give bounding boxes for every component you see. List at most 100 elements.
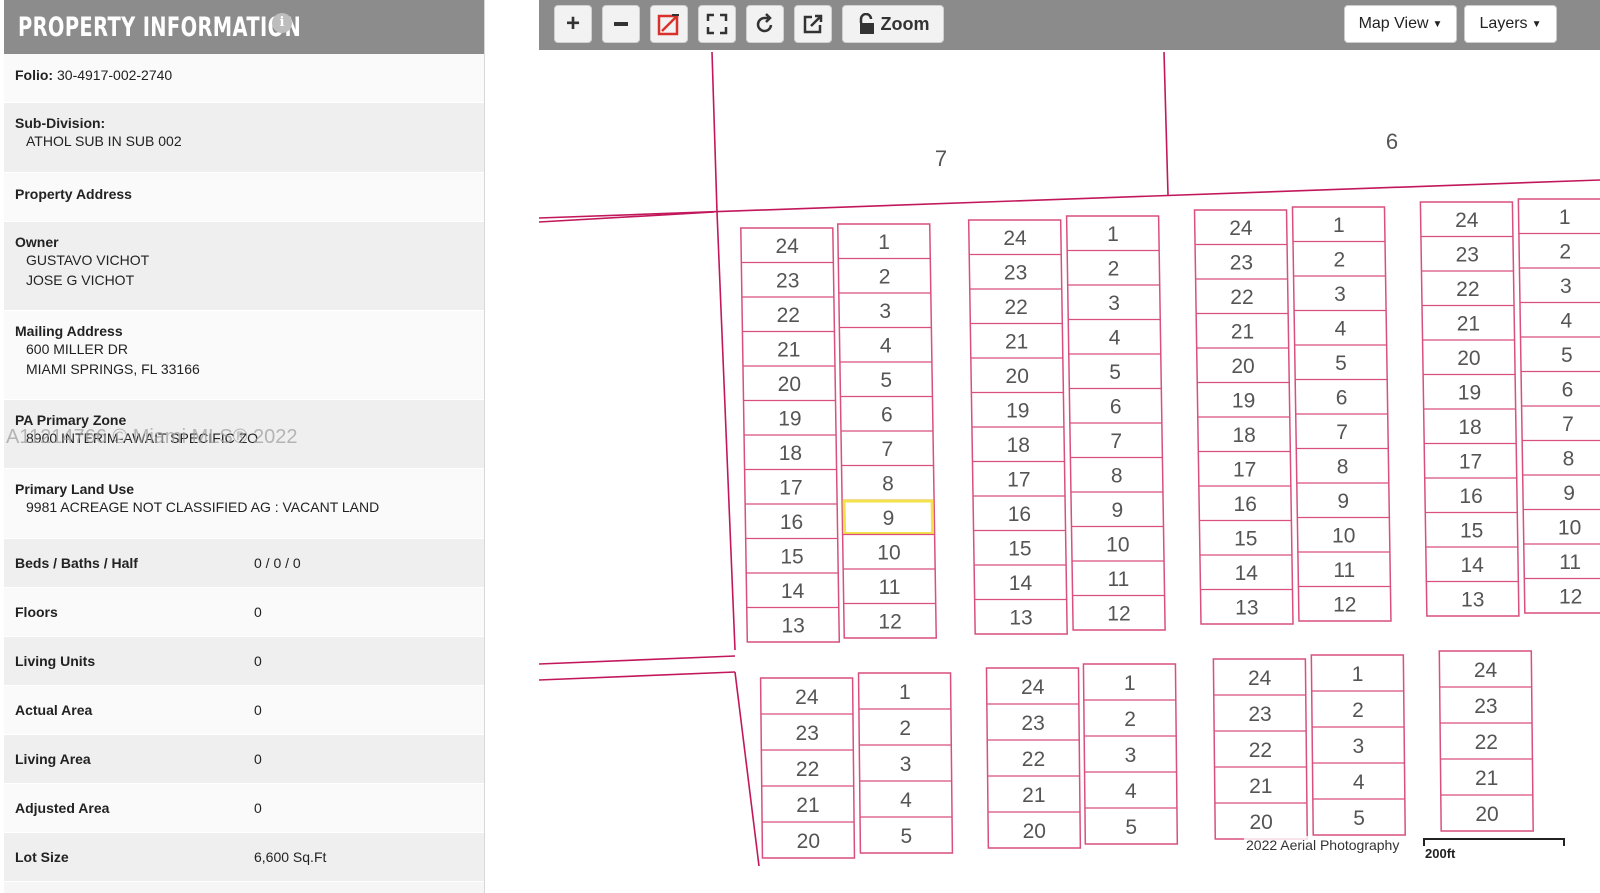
- lot-number[interactable]: 22: [1022, 748, 1045, 771]
- lot-number[interactable]: 22: [1456, 278, 1479, 301]
- lot-number[interactable]: 21: [796, 794, 819, 817]
- lot-number[interactable]: 7: [1110, 430, 1122, 453]
- lot-number[interactable]: 20: [1023, 820, 1046, 843]
- lot-number[interactable]: 6: [1336, 386, 1348, 409]
- lot-number[interactable]: 19: [1232, 389, 1255, 412]
- lot-number[interactable]: 20: [797, 830, 820, 853]
- lot-number[interactable]: 21: [777, 338, 800, 361]
- lot-number[interactable]: 6: [1110, 395, 1122, 418]
- lot-number[interactable]: 11: [1108, 568, 1130, 591]
- lot-number[interactable]: 24: [1229, 217, 1253, 240]
- lot-number[interactable]: 1: [899, 681, 911, 704]
- lot-number[interactable]: 23: [1230, 251, 1253, 274]
- lot-number[interactable]: 1: [1333, 214, 1345, 237]
- lot-number[interactable]: 23: [1474, 695, 1497, 718]
- lot-number[interactable]: 5: [1353, 807, 1365, 830]
- lot-number[interactable]: 20: [778, 373, 801, 396]
- lot-number[interactable]: 3: [1334, 283, 1346, 306]
- lot-number[interactable]: 2: [1559, 240, 1571, 263]
- lot-number[interactable]: 12: [1559, 585, 1582, 608]
- lot-number[interactable]: 18: [779, 442, 802, 465]
- zoom-out-button[interactable]: [602, 5, 640, 43]
- lot-number[interactable]: 11: [879, 576, 901, 599]
- lot-number[interactable]: 1: [878, 231, 890, 254]
- lot-number[interactable]: 23: [1456, 243, 1479, 266]
- lot-number[interactable]: 24: [1455, 209, 1479, 232]
- lot-number[interactable]: 19: [778, 407, 801, 430]
- lot-number[interactable]: 20: [1231, 355, 1254, 378]
- lot-number[interactable]: 6: [1562, 378, 1574, 401]
- lot-number[interactable]: 3: [1108, 292, 1120, 315]
- lot-number[interactable]: 18: [1007, 434, 1030, 457]
- lot-number[interactable]: 19: [1458, 381, 1481, 404]
- lot-number[interactable]: 12: [1333, 593, 1356, 616]
- lot-number[interactable]: 22: [1230, 286, 1253, 309]
- lot-number[interactable]: 21: [1475, 767, 1498, 790]
- lot-number[interactable]: 14: [781, 580, 805, 603]
- lot-number[interactable]: 23: [1021, 712, 1044, 735]
- lot-number[interactable]: 21: [1457, 312, 1480, 335]
- lot-number[interactable]: 3: [1125, 744, 1137, 767]
- lot-number[interactable]: 7: [1336, 421, 1348, 444]
- lot-number[interactable]: 8: [882, 472, 894, 495]
- lot-number[interactable]: 3: [900, 753, 912, 776]
- lot-number[interactable]: 16: [1008, 503, 1031, 526]
- lot-number[interactable]: 8: [1337, 455, 1349, 478]
- lot-number[interactable]: 3: [879, 300, 891, 323]
- lot-number[interactable]: 24: [1474, 659, 1498, 682]
- lot-number[interactable]: 24: [1003, 227, 1027, 250]
- lot-number[interactable]: 24: [775, 235, 799, 258]
- lot-number[interactable]: 16: [780, 511, 803, 534]
- info-icon[interactable]: i: [272, 13, 292, 33]
- lot-number[interactable]: 17: [1233, 458, 1256, 481]
- lot-number[interactable]: 21: [1249, 775, 1272, 798]
- lot-number[interactable]: 4: [900, 789, 912, 812]
- lot-number[interactable]: 5: [1109, 361, 1121, 384]
- lot-number[interactable]: 8: [1111, 464, 1123, 487]
- lot-number[interactable]: 22: [1475, 731, 1498, 754]
- lot-number[interactable]: 23: [1248, 703, 1271, 726]
- lot-number[interactable]: 22: [1249, 739, 1272, 762]
- parcel-map[interactable]: + Zoom Map View ▼ Layers ▼ 7 6 24 23 22 …: [539, 0, 1600, 893]
- share-button[interactable]: [794, 5, 832, 43]
- lot-number[interactable]: 14: [1009, 572, 1033, 595]
- lot-number[interactable]: 10: [1106, 533, 1129, 556]
- lot-number[interactable]: 13: [1235, 596, 1258, 619]
- lot-number[interactable]: 19: [1006, 399, 1029, 422]
- lot-number[interactable]: 9: [1337, 490, 1349, 513]
- lot-number[interactable]: 3: [1560, 275, 1572, 298]
- lot-number[interactable]: 14: [1461, 554, 1485, 577]
- lot-number[interactable]: 4: [1561, 309, 1573, 332]
- lot-number[interactable]: 10: [877, 541, 900, 564]
- lot-number[interactable]: 1: [1352, 663, 1364, 686]
- lot-number[interactable]: 2: [1108, 257, 1120, 280]
- lot-number[interactable]: 9: [1563, 482, 1575, 505]
- lot-number[interactable]: 15: [1234, 527, 1257, 550]
- lot-number[interactable]: 5: [1561, 344, 1573, 367]
- lot-number[interactable]: 24: [795, 686, 819, 709]
- lot-number[interactable]: 23: [776, 269, 799, 292]
- lot-number[interactable]: 8: [1563, 447, 1575, 470]
- lot-number[interactable]: 9: [1111, 499, 1123, 522]
- lot-number[interactable]: 15: [1460, 519, 1483, 542]
- lot-number[interactable]: 22: [796, 758, 819, 781]
- lot-number[interactable]: 13: [781, 614, 804, 637]
- lot-number[interactable]: 4: [1109, 326, 1121, 349]
- lot-number[interactable]: 1: [1124, 672, 1136, 695]
- fullscreen-button[interactable]: [698, 5, 736, 43]
- lot-number[interactable]: 17: [1007, 468, 1030, 491]
- zoom-in-button[interactable]: +: [554, 5, 592, 43]
- lot-number[interactable]: 17: [1459, 450, 1482, 473]
- lot-number[interactable]: 5: [1335, 352, 1347, 375]
- lot-number[interactable]: 4: [880, 334, 892, 357]
- lot-number[interactable]: 2: [899, 717, 911, 740]
- lot-number[interactable]: 5: [880, 369, 892, 392]
- lot-number[interactable]: 21: [1022, 784, 1045, 807]
- lot-number[interactable]: 5: [1125, 816, 1137, 839]
- lot-number[interactable]: 12: [878, 610, 901, 633]
- lot-number[interactable]: 15: [1008, 537, 1031, 560]
- lot-number[interactable]: 24: [1021, 676, 1045, 699]
- lot-number[interactable]: 20: [1457, 347, 1480, 370]
- map-view-dropdown[interactable]: Map View ▼: [1344, 5, 1457, 43]
- lot-number[interactable]: 21: [1005, 330, 1028, 353]
